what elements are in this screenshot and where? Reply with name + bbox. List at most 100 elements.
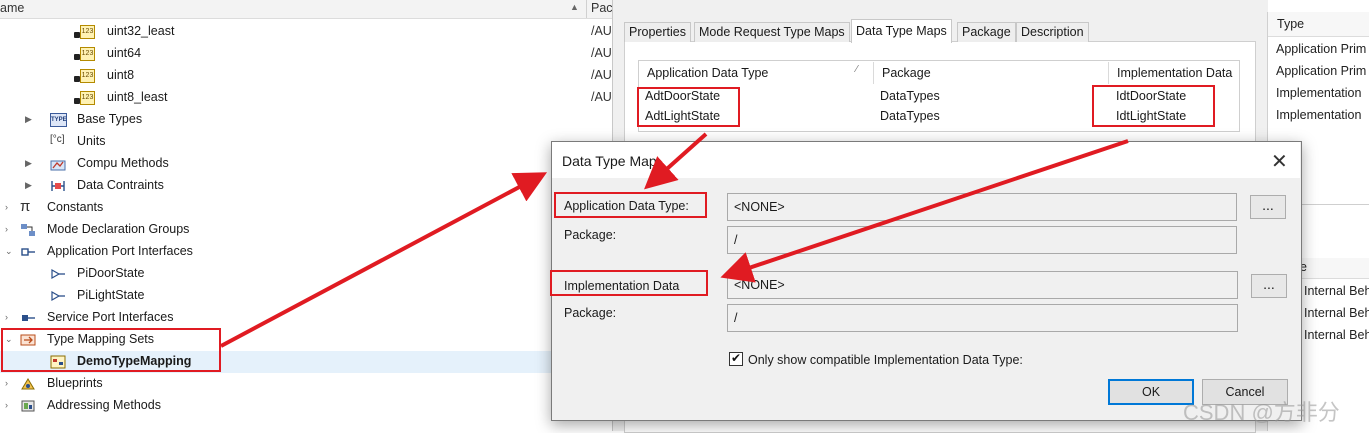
tree-item-label: uint8_least xyxy=(107,90,168,104)
highlight-implementation-data-label xyxy=(550,270,708,296)
expand-chevron-icon[interactable]: › xyxy=(5,224,8,234)
collapse-chevron-icon[interactable]: ⌄ xyxy=(5,246,13,257)
list-item[interactable]: Internal Beh xyxy=(1304,306,1369,320)
expand-chevron-icon[interactable]: ▶ xyxy=(25,114,32,125)
checkmark-icon: ✔ xyxy=(731,351,742,365)
tab-package[interactable]: Package xyxy=(957,22,1016,42)
expand-chevron-icon[interactable]: › xyxy=(5,312,8,322)
highlight-implementation-types xyxy=(1092,85,1215,127)
units-icon: [°c] xyxy=(50,134,65,145)
tree-column-header xyxy=(0,0,612,19)
tree-item-uint8-least[interactable]: 123 uint8_least /AUT xyxy=(0,87,619,109)
list-item[interactable]: Application Prim xyxy=(1276,64,1366,78)
watermark: CSDN @方非分 xyxy=(1183,400,1340,425)
tree-item-label: uint32_least xyxy=(107,24,175,38)
column-header-type[interactable]: Type xyxy=(1277,17,1304,31)
tree-item-label: PiLightState xyxy=(77,288,145,302)
constraint-icon xyxy=(51,181,65,191)
expand-chevron-icon[interactable]: › xyxy=(5,400,8,410)
column-separator[interactable] xyxy=(586,0,587,18)
tree-item-label: Compu Methods xyxy=(77,156,169,170)
port-interface-icon xyxy=(21,248,35,256)
tree-item-label: Application Port Interfaces xyxy=(47,244,193,258)
expand-chevron-icon[interactable]: ▶ xyxy=(25,180,32,191)
service-interface-icon xyxy=(22,315,35,321)
tree-item-base-types[interactable]: ▶ TYPE Base Types xyxy=(0,109,612,131)
implementation-data-type-field[interactable]: <NONE> xyxy=(727,271,1238,299)
list-item[interactable]: Internal Beh xyxy=(1304,284,1369,298)
close-icon[interactable]: ✕ xyxy=(1271,149,1288,174)
tree-item-label: Service Port Interfaces xyxy=(47,310,174,324)
highlight-type-mapping-sets xyxy=(1,328,221,372)
number-type-icon: 123 xyxy=(80,25,95,39)
table-cell-package[interactable]: DataTypes xyxy=(880,89,940,103)
expand-chevron-icon[interactable]: › xyxy=(5,378,8,388)
browse-implementation-type-button[interactable]: ... xyxy=(1251,274,1287,298)
tree-item-uint32-least[interactable]: 123 uint32_least /AUT xyxy=(0,21,619,43)
addressing-method-icon xyxy=(21,400,35,412)
tree-item-label: Data Contraints xyxy=(77,178,164,192)
sender-receiver-interface-icon xyxy=(51,268,65,280)
column-header-implementation-data[interactable]: Implementation Data xyxy=(1117,66,1232,80)
dialog-title-bar[interactable] xyxy=(552,142,1300,178)
tree-item-label: Constants xyxy=(47,200,104,214)
number-type-icon: 123 xyxy=(80,91,95,105)
type-icon: TYPE xyxy=(50,113,67,127)
mode-group-icon xyxy=(21,224,35,236)
column-separator[interactable] xyxy=(873,62,874,84)
compu-method-icon xyxy=(50,160,66,171)
tree-item-blueprints[interactable]: › Blueprints xyxy=(0,373,612,395)
package-label: Package: xyxy=(564,228,617,242)
browse-application-type-button[interactable]: ... xyxy=(1250,195,1286,219)
tree-item-label: Base Types xyxy=(77,112,143,126)
column-package-header[interactable]: Pac xyxy=(591,1,613,15)
dialog-title: Data Type Map xyxy=(562,153,657,169)
column-header-application-data-type[interactable]: Application Data Type xyxy=(647,66,768,80)
list-item[interactable]: Application Prim xyxy=(1276,42,1366,56)
table-cell-package[interactable]: DataTypes xyxy=(880,109,940,123)
tab-data-type-maps[interactable]: Data Type Maps xyxy=(851,19,952,43)
expand-chevron-icon[interactable]: ▶ xyxy=(25,158,32,169)
highlight-application-types xyxy=(637,87,740,127)
list-item[interactable]: Implementation xyxy=(1276,108,1361,122)
number-type-icon: 123 xyxy=(80,47,95,61)
tree-item-application-port-interfaces[interactable]: ⌄ Application Port Interfaces xyxy=(0,241,612,263)
tree-item-constants[interactable]: › π Constants xyxy=(0,197,612,219)
tree-item-data-contraints[interactable]: ▶ Data Contraints xyxy=(0,175,612,197)
tree-item-pidoorstate[interactable]: PiDoorState xyxy=(0,263,612,285)
tree-item-label: uint8 xyxy=(107,68,135,82)
expand-chevron-icon[interactable]: › xyxy=(5,202,8,212)
tree-item-label: Units xyxy=(77,134,106,148)
implementation-package-field: / xyxy=(727,304,1238,332)
number-type-icon: 123 xyxy=(80,69,95,83)
column-separator[interactable] xyxy=(1108,62,1109,84)
compatible-only-label[interactable]: Only show compatible Implementation Data… xyxy=(748,353,1023,367)
application-data-type-field[interactable]: <NONE> xyxy=(727,193,1237,221)
list-item[interactable]: Internal Beh xyxy=(1304,328,1369,342)
application-package-field: / xyxy=(727,226,1237,254)
tree-item-label: Addressing Methods xyxy=(47,398,161,412)
tree-item-label: PiDoorState xyxy=(77,266,145,280)
package-label: Package: xyxy=(564,306,617,320)
tree-item-compu-methods[interactable]: ▶ Compu Methods xyxy=(0,153,612,175)
tree-item-uint64[interactable]: 123 uint64 /AUT xyxy=(0,43,619,65)
column-header-package[interactable]: Package xyxy=(882,66,931,80)
list-item[interactable]: Implementation xyxy=(1276,86,1361,100)
tab-properties[interactable]: Properties xyxy=(624,22,691,42)
tree-item-units[interactable]: [°c] Units xyxy=(0,131,612,153)
highlight-application-data-type-label xyxy=(554,192,707,218)
tab-mode-request-type-maps[interactable]: Mode Request Type Maps xyxy=(694,22,850,42)
tree-item-label: Mode Declaration Groups xyxy=(47,222,190,236)
blueprint-icon xyxy=(21,378,35,390)
sort-indicator-icon: ⁄ xyxy=(856,64,858,75)
sort-ascending-icon: ▲ xyxy=(570,2,579,12)
tree-item-service-port-interfaces[interactable]: › Service Port Interfaces xyxy=(0,307,612,329)
tab-description[interactable]: Description xyxy=(1016,22,1089,42)
ok-button[interactable]: OK xyxy=(1108,379,1194,405)
tree-item-addressing-methods[interactable]: › Addressing Methods xyxy=(0,395,612,417)
column-name-header[interactable]: ame xyxy=(0,1,24,15)
tree-item-uint8[interactable]: 123 uint8 /AUT xyxy=(0,65,619,87)
tree-item-label: Blueprints xyxy=(47,376,103,390)
tree-item-mode-declaration-groups[interactable]: › Mode Declaration Groups xyxy=(0,219,612,241)
tree-item-pilightstate[interactable]: PiLightState xyxy=(0,285,612,307)
